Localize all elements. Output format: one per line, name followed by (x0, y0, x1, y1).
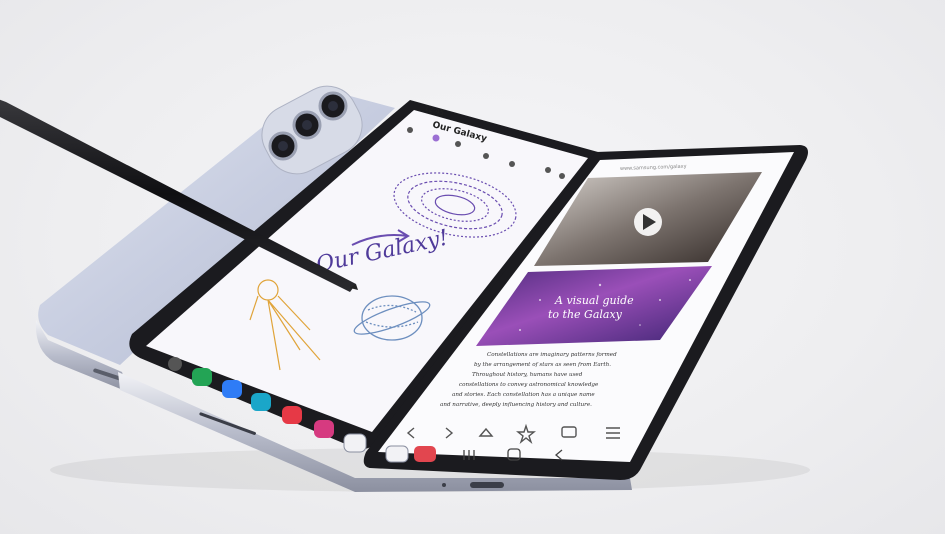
gallery-app-icon[interactable] (314, 420, 334, 438)
phone-app-icon[interactable] (192, 368, 212, 386)
messages-app-icon[interactable] (222, 380, 242, 398)
article-line: and stories. Each constellation has a un… (452, 392, 595, 398)
usb-port (470, 482, 504, 488)
banner-title-line1: A visual guide (554, 294, 634, 307)
apps-grid-icon (168, 357, 182, 371)
app-pair-icon[interactable] (343, 433, 367, 453)
store-app-icon[interactable] (282, 406, 302, 424)
article-line: Constellations are imaginary patterns fo… (487, 352, 617, 358)
lasso-icon (509, 161, 515, 167)
undo-icon (545, 167, 551, 173)
pen-color-icon (432, 134, 440, 142)
redo-icon (559, 173, 565, 179)
eraser-icon (483, 153, 489, 159)
foldable-phone-illustration: 12:45 Our Galaxy Our Galaxy! www.samsung… (0, 85, 810, 492)
product-photo: 12:45 Our Galaxy Our Galaxy! www.samsung… (0, 0, 945, 534)
calendar-app-icon[interactable] (251, 393, 271, 411)
brush-icon (455, 141, 461, 147)
app-pair-dock-icon (385, 445, 409, 463)
article-line: constellations to convey astronomical kn… (459, 382, 599, 388)
recent-app-icon (414, 446, 436, 462)
article-line: by the arrangement of stars as seen from… (474, 362, 611, 368)
back-icon (407, 127, 413, 133)
banner-title-line2: to the Galaxy (548, 308, 623, 321)
article-line: and narrative, deeply influencing histor… (440, 402, 592, 408)
article-line: Throughout history, humans have used (472, 372, 583, 378)
